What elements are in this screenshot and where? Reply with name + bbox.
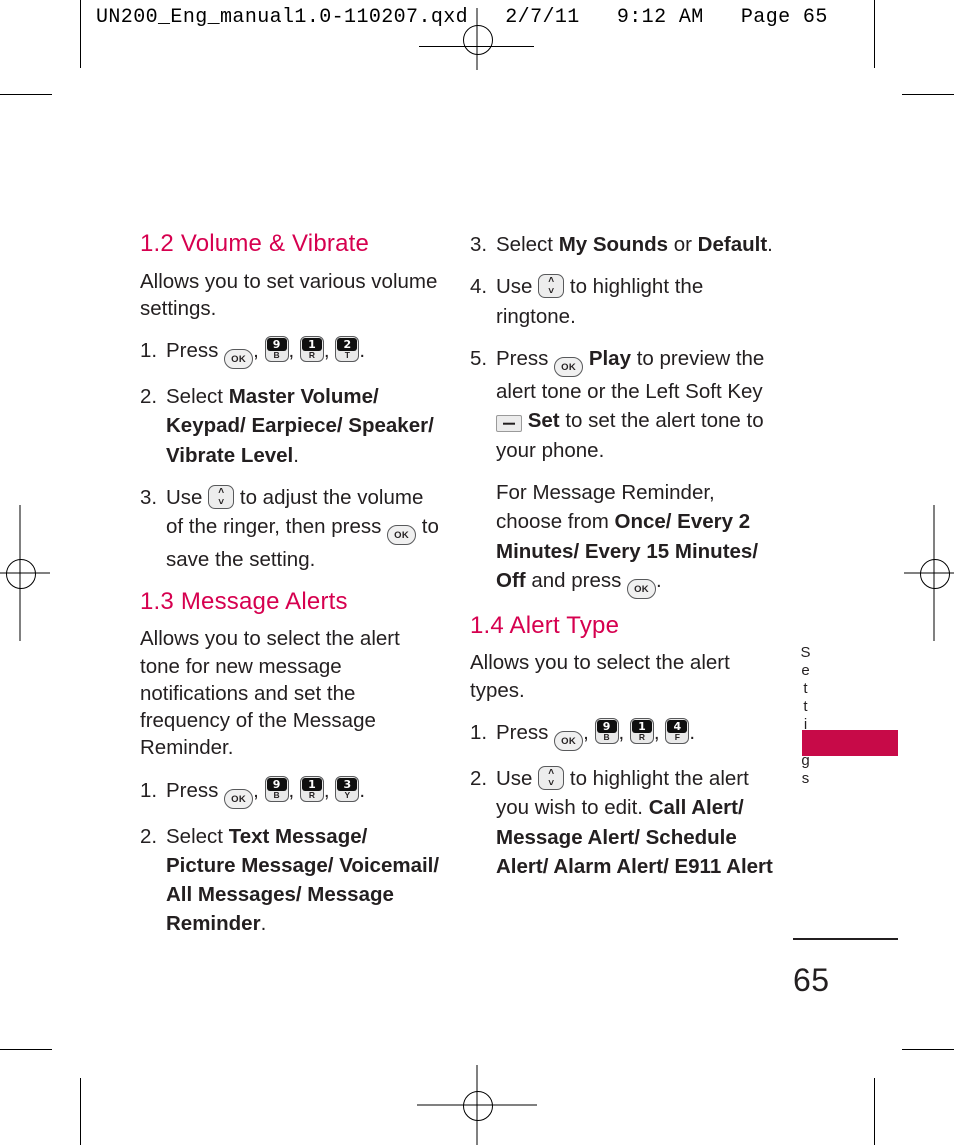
- registration-mark-left: [0, 505, 50, 641]
- key-1r-icon: 1R: [299, 775, 324, 802]
- section-heading-volume-vibrate: 1.2 Volume & Vibrate: [140, 230, 370, 257]
- step-number: 2.: [140, 824, 158, 848]
- step-trail: .: [359, 339, 366, 363]
- crop-mark-bottom-right-vertical: [874, 1078, 875, 1145]
- step-item: 2. Use ˄ ˅ to highlight the alert you wis…: [470, 764, 775, 881]
- step-bold-set: Set: [527, 409, 560, 433]
- step-trail: .: [260, 912, 267, 936]
- navigation-key-icon: ˄ ˅: [208, 485, 235, 510]
- ok-key-icon: OK: [224, 788, 254, 809]
- step-text: Press OK Play to preview the alert tone …: [496, 344, 775, 465]
- step-trail: .: [359, 778, 366, 802]
- step-text: Press OK, 9B, 1R, 3Y.: [166, 775, 440, 809]
- crop-mark-top-left-vertical: [80, 0, 81, 68]
- section-heading-message-alerts: 1.3 Message Alerts: [140, 587, 348, 615]
- step-number: 2.: [470, 766, 488, 790]
- step-item: 5. Press OK Play to preview the alert to…: [470, 344, 775, 465]
- registration-mark-bottom-center: [417, 1065, 537, 1145]
- key-2t-icon: 2T: [335, 336, 360, 363]
- step-text: Press OK, 9B, 1R, 4F.: [496, 717, 775, 751]
- crop-mark-top-left-horizontal: [0, 94, 52, 95]
- step-item: 1. Press OK, 9B, 1R, 2T.: [140, 336, 440, 370]
- side-tab-color-block: [802, 730, 898, 756]
- registration-mark-right: [904, 505, 954, 641]
- ok-key-icon: OK: [387, 525, 417, 546]
- message-reminder-note: For Message Reminder, choose from Once/ …: [496, 478, 775, 599]
- step-item: 3. Use ˄ ˅ to adjust the volume of the ri…: [140, 483, 440, 575]
- step-lead: Use: [496, 275, 533, 299]
- step-lead: Select: [166, 824, 223, 848]
- step-item: 1. Press OK, 9B, 1R, 4F.: [470, 717, 775, 751]
- section-intro-volume-vibrate: Allows you to set various volume setting…: [140, 269, 438, 320]
- step-trail: .: [767, 233, 773, 256]
- step-text: Select Text Message/ Picture Message/ Vo…: [166, 822, 440, 939]
- step-text: Use ˄ ˅ to highlight the alert you wish t…: [496, 764, 775, 881]
- crop-mark-bottom-left-vertical: [80, 1078, 81, 1145]
- ok-key-icon: OK: [627, 578, 657, 599]
- key-1r-icon: 1R: [299, 336, 324, 363]
- page-number: 65: [793, 962, 830, 998]
- crop-mark-bottom-left-horizontal: [0, 1049, 52, 1050]
- note-trail: .: [656, 568, 662, 592]
- step-item: 2. Select Text Message/ Picture Message/…: [140, 822, 440, 939]
- crop-mark-bottom-right-horizontal: [902, 1049, 954, 1050]
- key-9b-icon: 9B: [264, 336, 289, 363]
- section-intro-message-alerts: Allows you to select the alert tone for …: [140, 627, 400, 760]
- right-text-column: 3. Select My Sounds or Default. 4. Use ˄…: [470, 230, 775, 894]
- left-text-column: 1.2 Volume & Vibrate Allows you to set v…: [140, 230, 440, 952]
- step-lead: Press: [496, 720, 549, 744]
- key-1r-icon: 1R: [629, 717, 654, 744]
- step-item: 3. Select My Sounds or Default.: [470, 230, 775, 259]
- step-number: 3.: [140, 486, 158, 510]
- ok-key-icon: OK: [554, 356, 584, 377]
- step-lead: Use: [496, 766, 533, 790]
- step-mid: or: [673, 233, 692, 256]
- step-number: 1.: [470, 720, 488, 744]
- key-9b-icon: 9B: [264, 775, 289, 802]
- print-slug-line: UN200_Eng_manual1.0-110207.qxd 2/7/11 9:…: [96, 6, 828, 29]
- section-intro-alert-type: Allows you to select the alert types.: [470, 651, 730, 702]
- section-heading-alert-type: 1.4 Alert Type: [470, 611, 620, 639]
- step-number: 5.: [470, 346, 488, 370]
- step-number: 1.: [140, 339, 158, 363]
- key-4f-icon: 4F: [665, 717, 690, 744]
- step-text: Select My Sounds or Default.: [496, 230, 775, 259]
- step-lead: Press: [166, 339, 219, 363]
- step-number: 3.: [470, 233, 488, 256]
- side-tab-label: Settings: [797, 644, 814, 788]
- key-9b-icon: 9B: [594, 717, 619, 744]
- step-bold-play: Play: [588, 346, 631, 370]
- step-number: 2.: [140, 385, 158, 409]
- left-soft-key-icon: [496, 415, 522, 433]
- step-number: 1.: [140, 778, 158, 802]
- navigation-key-icon: ˄ ˅: [538, 274, 565, 299]
- step-bold-option-my-sounds: My Sounds: [558, 233, 669, 256]
- step-item: 2. Select Master Volume/ Keypad/ Earpiec…: [140, 382, 440, 470]
- step-number: 4.: [470, 275, 488, 299]
- step-item: 1. Press OK, 9B, 1R, 3Y.: [140, 775, 440, 809]
- ok-key-icon: OK: [224, 349, 254, 370]
- navigation-key-icon: ˄ ˅: [538, 765, 565, 790]
- step-lead: Press: [496, 346, 549, 370]
- step-text: Use ˄ ˅ to highlight the ringtone.: [496, 272, 775, 331]
- step-lead: Select: [166, 385, 223, 409]
- note-mid: and press: [531, 568, 622, 592]
- ok-key-icon: OK: [554, 730, 584, 751]
- step-trail: .: [293, 443, 299, 467]
- step-lead: Use: [166, 486, 203, 510]
- footer-rule: [793, 938, 898, 940]
- step-bold-option-default: Default: [697, 233, 768, 256]
- step-lead: Select: [496, 233, 553, 256]
- step-text: Select Master Volume/ Keypad/ Earpiece/ …: [166, 382, 440, 470]
- step-trail: .: [689, 720, 696, 744]
- step-lead: Press: [166, 778, 219, 802]
- step-mid: to adjust the volume of the ringer, then…: [166, 486, 424, 539]
- step-item: 4. Use ˄ ˅ to highlight the ringtone.: [470, 272, 775, 331]
- crop-mark-top-right-horizontal: [902, 94, 954, 95]
- step-text: Use ˄ ˅ to adjust the volume of the ringe…: [166, 483, 440, 575]
- step-text: Press OK, 9B, 1R, 2T.: [166, 336, 440, 370]
- crop-mark-top-right-vertical: [874, 0, 875, 68]
- key-3y-icon: 3Y: [335, 775, 360, 802]
